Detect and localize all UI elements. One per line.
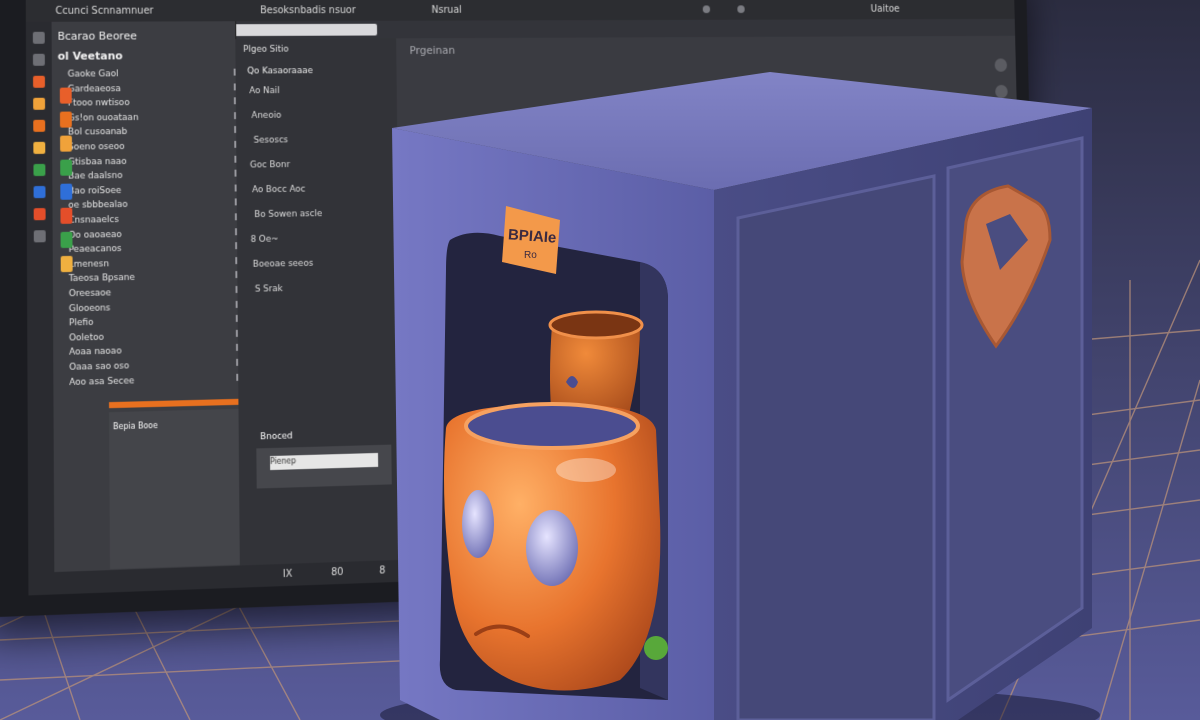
status-item-1[interactable]: IX <box>283 569 293 580</box>
scene-row[interactable]: Aoaa naoao <box>69 347 122 358</box>
settings-icon[interactable] <box>737 5 744 13</box>
outliner-row[interactable]: Aneoio <box>251 111 281 121</box>
scene-panel: Bcarao Beoree ol Veetano Gaoke Gaol Garde… <box>52 21 241 594</box>
menu-item-2[interactable]: Nsrual <box>431 5 461 16</box>
status-item-3[interactable]: 8 <box>379 565 385 576</box>
panel-title: Bcarao Beoree <box>58 29 137 42</box>
folder-icon[interactable] <box>33 32 45 44</box>
layer-color-swatch[interactable] <box>60 208 72 224</box>
layer-color-swatch[interactable] <box>60 184 72 200</box>
search-field[interactable] <box>224 24 378 36</box>
layers-icon[interactable] <box>33 54 45 66</box>
record-dot-icon[interactable] <box>703 5 710 13</box>
scene-row[interactable]: Gs!on ouoataan <box>68 113 139 124</box>
status-item-2[interactable]: 80 <box>331 567 343 578</box>
scene-row[interactable]: Ftooo nwtisoo <box>68 98 130 108</box>
scene-row[interactable]: Ooletoo <box>69 333 104 344</box>
scene-row[interactable]: Glooeons <box>69 303 111 314</box>
scene-row[interactable]: Gaoke Gaol <box>68 69 119 79</box>
panel-header: ol Veetano <box>58 49 123 62</box>
light-icon[interactable] <box>33 142 45 154</box>
scene-row[interactable]: Oo oaoaeao <box>68 230 121 241</box>
layer-color-swatch[interactable] <box>60 136 72 152</box>
layer-color-swatch[interactable] <box>61 256 73 272</box>
scene-row[interactable]: Bae daalsno <box>68 171 122 182</box>
outliner-row[interactable]: 8 Oe~ <box>251 235 279 245</box>
outliner-row[interactable]: S Srak <box>255 284 283 294</box>
scene-row[interactable]: Peaeacanos <box>69 244 122 255</box>
outliner-row[interactable]: Ao Nail <box>249 86 280 96</box>
scene-rows: Gaoke Gaol Gardeaeosa Ftooo nwtisoo Gs!on o… <box>52 21 236 22</box>
scene-row[interactable]: Bao roiSoee <box>68 186 121 197</box>
scene-row[interactable]: Bol cusoanab <box>68 127 127 138</box>
properties-field-label: Pienep <box>270 456 296 466</box>
view-tool-icon[interactable] <box>995 58 1008 71</box>
app-title: Ccunci Scnnamnuer <box>55 5 153 16</box>
scene-row[interactable]: Taeosa Bpsane <box>69 273 135 284</box>
zoom-tool-icon[interactable] <box>995 85 1008 98</box>
scene-row[interactable]: Plefio <box>69 318 93 329</box>
brush-icon[interactable] <box>33 76 45 88</box>
layer-color-swatch[interactable] <box>60 160 72 176</box>
outliner-panel: Plgeo Sitio Qo Kasaoraaae Ao Nail Aneoio S… <box>235 38 403 587</box>
scene-row[interactable]: Cnsnaaelcs <box>68 215 118 226</box>
layer-color-swatch[interactable] <box>60 88 72 104</box>
scene-row[interactable]: Oreesaoe <box>69 288 111 299</box>
layer-color-swatch[interactable] <box>61 232 73 248</box>
scene-row[interactable]: oe sbbbealao <box>68 200 127 211</box>
fill-icon[interactable] <box>33 120 45 132</box>
properties-title: Bnoced <box>260 431 293 442</box>
grid-icon[interactable] <box>34 186 46 198</box>
outliner-header: Qo Kasaoraaae <box>247 66 313 76</box>
lower-panel-label: Bepia Booe <box>113 421 158 431</box>
sticky-note-text: BPIAIe <box>507 226 556 246</box>
outliner-rows: Ao Nail Aneoio Sesoscs Goc Bonr Ao Bocc Aoc B… <box>235 38 396 39</box>
sticky-note-sub: Ro <box>524 250 537 261</box>
top-right-label[interactable]: Uaitoe <box>871 4 900 14</box>
physics-icon[interactable] <box>34 208 46 220</box>
outliner-row[interactable]: Goc Bonr <box>250 160 290 170</box>
layer-color-swatch[interactable] <box>60 112 72 128</box>
outliner-row[interactable]: Bo Sowen ascle <box>254 209 322 220</box>
face-mug[interactable] <box>444 404 660 691</box>
field-label: Plgeo Sitio <box>243 45 289 55</box>
scene-row[interactable]: Soeno oseoo <box>68 142 125 153</box>
tool-icon-strip <box>26 22 55 596</box>
properties-box: Bnoced Pienep <box>256 445 391 489</box>
outliner-row[interactable]: Boeoae seeos <box>253 259 314 270</box>
nodes-icon[interactable] <box>34 230 46 242</box>
scene-row[interactable]: Lmenesn <box>69 259 110 270</box>
scene-row[interactable]: Gardeaeosa <box>68 84 121 94</box>
outliner-row[interactable]: Ao Bocc Aoc <box>252 185 305 196</box>
camera-icon[interactable] <box>33 164 45 176</box>
menu-item[interactable]: Besoksnbadis nsuor <box>260 5 356 16</box>
outliner-row[interactable]: Sesoscs <box>254 135 289 145</box>
shape-icon[interactable] <box>33 98 45 110</box>
scene-row[interactable]: Aoo asa Secee <box>69 376 134 388</box>
scene-row[interactable]: Oaaa sao oso <box>69 361 129 372</box>
scene-row[interactable]: Gtisbaa naao <box>68 157 127 168</box>
viewport-title: Prgeinan <box>409 44 455 57</box>
